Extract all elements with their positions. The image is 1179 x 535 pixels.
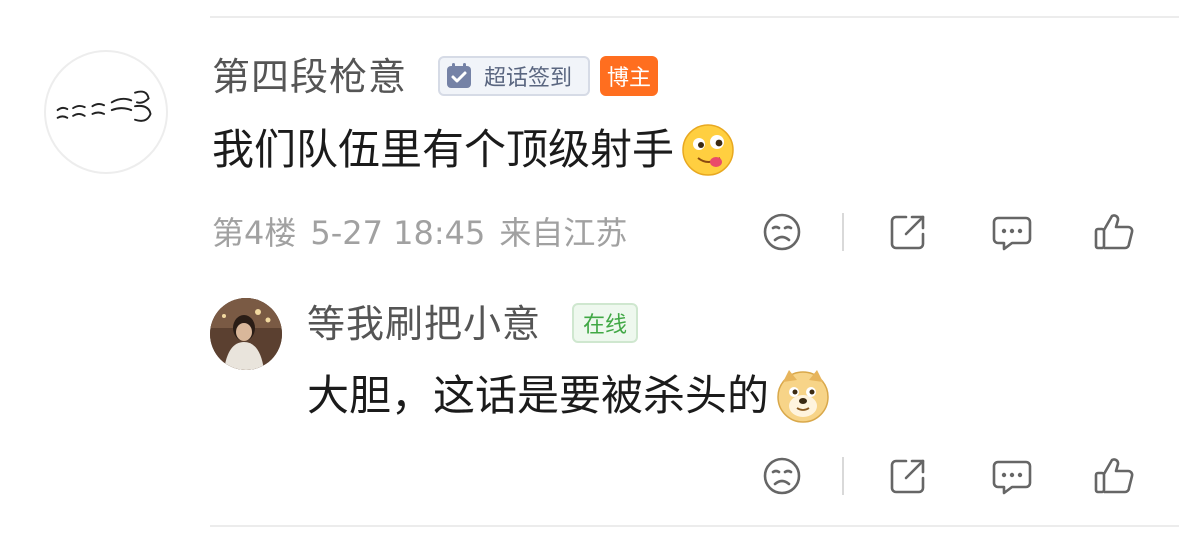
checkin-badge[interactable]: 超话签到 xyxy=(438,56,590,96)
doge-emoji-icon xyxy=(777,370,829,423)
action-separator xyxy=(842,457,844,495)
online-status-badge: 在线 xyxy=(572,303,638,343)
reply-text: 大胆，这话是要被杀头的 xyxy=(307,368,831,424)
author-name[interactable]: 第四段枪意 xyxy=(212,53,407,101)
top-divider xyxy=(210,16,1179,18)
location: 来自江苏 xyxy=(499,214,628,252)
like-icon[interactable] xyxy=(1090,208,1138,256)
like-icon[interactable] xyxy=(1090,452,1138,500)
reply-actions xyxy=(758,452,1138,500)
bottom-divider xyxy=(210,525,1179,527)
floor-number: 第4楼 xyxy=(212,214,297,252)
avatar[interactable] xyxy=(44,50,168,174)
handwritten-avatar-icon xyxy=(56,90,152,122)
tongue-out-emoji-icon xyxy=(682,124,734,176)
checkin-badge-label: 超话签到 xyxy=(484,66,573,91)
reply-text-body: 大胆，这话是要被杀头的 xyxy=(307,371,770,420)
reply-avatar[interactable] xyxy=(210,298,282,370)
comment-icon[interactable] xyxy=(988,208,1036,256)
dislike-icon[interactable] xyxy=(758,452,806,500)
comment-meta: 第4楼 5-27 18:45 来自江苏 xyxy=(212,210,627,256)
blogger-badge: 博主 xyxy=(600,56,658,96)
calendar-check-icon xyxy=(447,63,471,88)
dislike-icon[interactable] xyxy=(758,208,806,256)
action-separator xyxy=(842,213,844,251)
timestamp: 5-27 18:45 xyxy=(310,214,486,252)
share-icon[interactable] xyxy=(884,208,932,256)
reply-author-name[interactable]: 等我刷把小意 xyxy=(307,300,541,348)
person-photo-avatar xyxy=(210,298,282,370)
comment-text-body: 我们队伍里有个顶级射手 xyxy=(212,125,675,174)
comment-actions xyxy=(758,208,1138,256)
comment-icon[interactable] xyxy=(988,452,1036,500)
comment-text: 我们队伍里有个顶级射手 xyxy=(212,122,736,178)
share-icon[interactable] xyxy=(884,452,932,500)
